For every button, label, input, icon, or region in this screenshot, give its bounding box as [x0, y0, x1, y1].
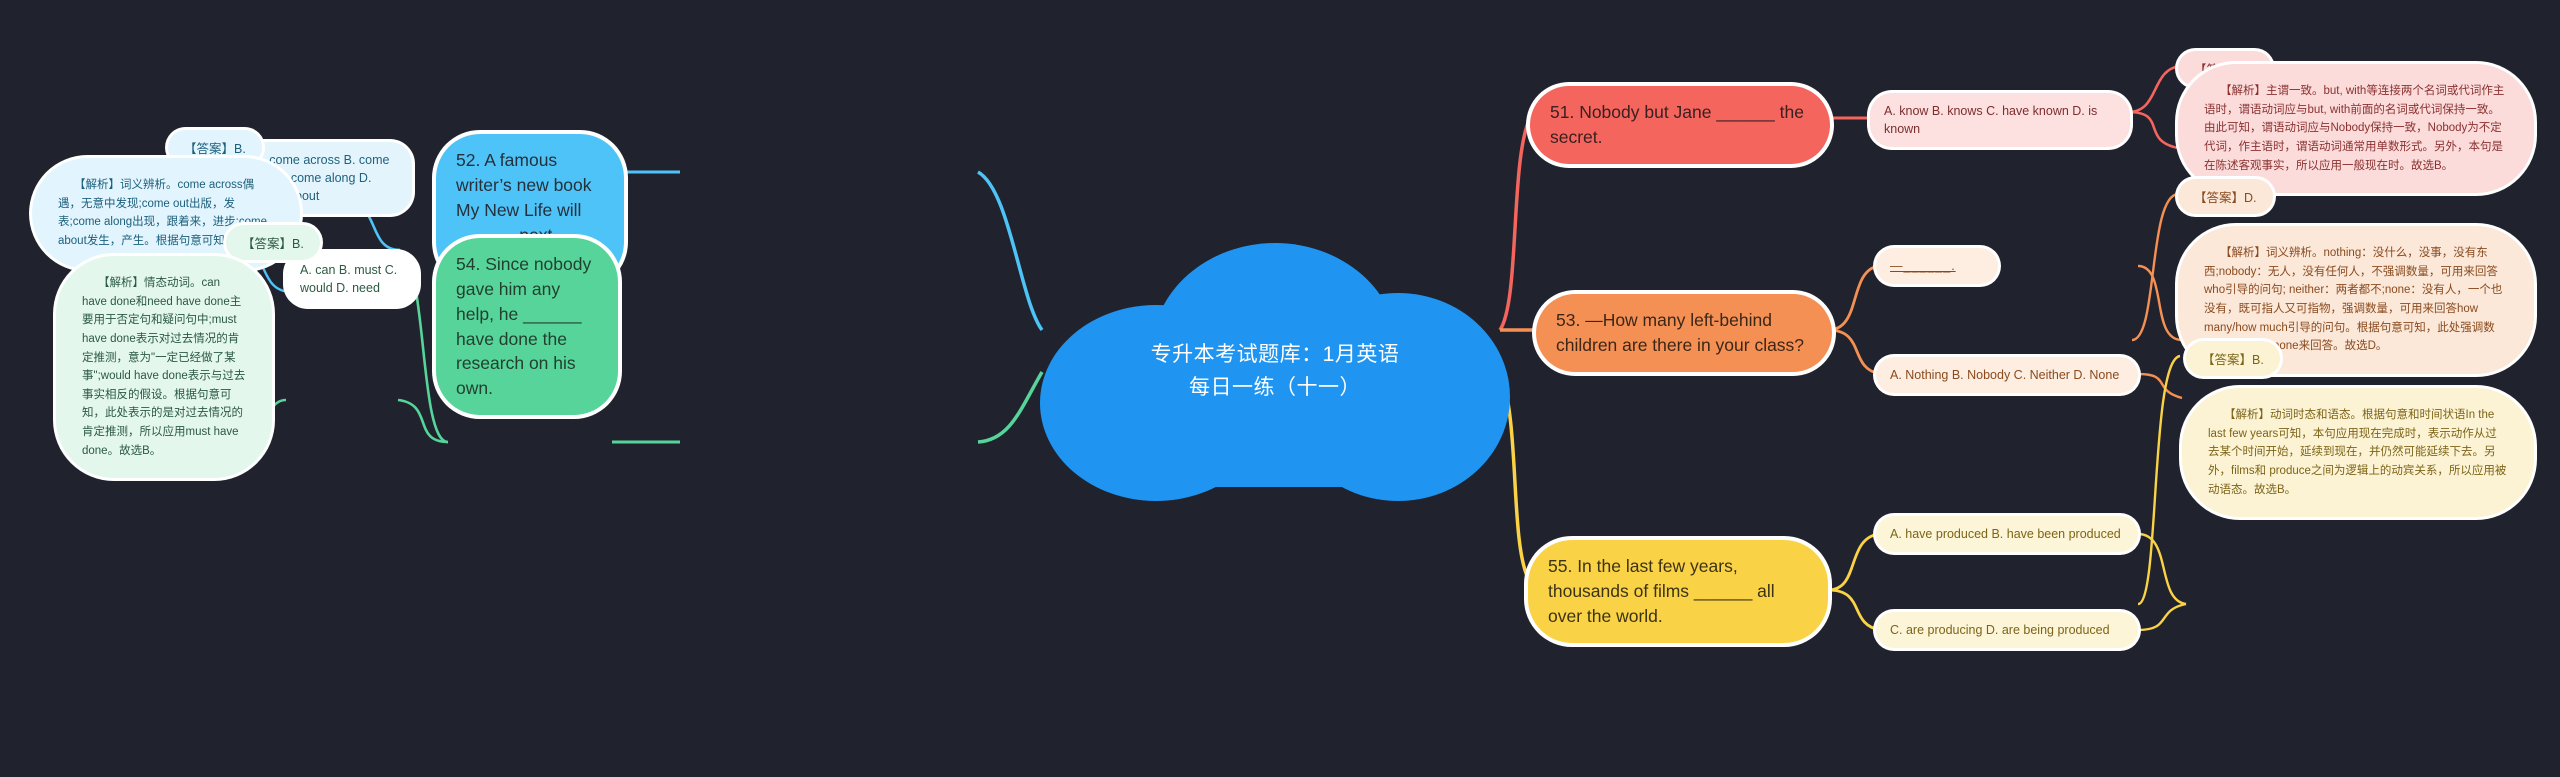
central-title-line-2: 每日一练（十一） — [1189, 376, 1361, 399]
explanation-text-q51: 【解析】主谓一致。but, with等连接两个名词或代词作主语时，谓语动词应与b… — [2204, 85, 2505, 172]
explanation-text-q54: 【解析】情态动词。can have done和need have done主要用… — [82, 277, 246, 457]
option-node-q54-1[interactable]: A. can B. must C. would D. need — [286, 252, 418, 307]
option-text-q51-1: A. know B. knows C. have known D. is kno… — [1884, 104, 2098, 137]
question-text-q55: 55. In the last few years, thousands of … — [1548, 556, 1775, 626]
question-node-q54[interactable]: 54. Since nobody gave him any help, he _… — [436, 238, 618, 416]
explanation-node-q55[interactable]: 【解析】动词时态和语态。根据句意和时间状语In the last few yea… — [2182, 388, 2534, 518]
explanation-text-q53: 【解析】词义辨析。nothing：没什么，没事，没有东西;nobody：无人，没… — [2204, 247, 2503, 353]
option-node-q55-2[interactable]: C. are producing D. are being produced — [1876, 612, 2138, 649]
mindmap-canvas: 专升本考试题库：1月英语 每日一练（十一） 51. Nobody but Jan… — [0, 0, 2560, 777]
option-node-q55-1[interactable]: A. have produced B. have been produced — [1876, 516, 2138, 553]
answer-text-q54: 【答案】B. — [242, 237, 304, 251]
option-text-q54-1: A. can B. must C. would D. need — [300, 263, 398, 296]
explanation-text-q55: 【解析】动词时态和语态。根据句意和时间状语In the last few yea… — [2208, 409, 2507, 496]
option-node-q51-1[interactable]: A. know B. knows C. have known D. is kno… — [1870, 93, 2130, 148]
option-text-q53-2: A. Nothing B. Nobody C. Neither D. None — [1890, 368, 2120, 382]
option-text-q55-1: A. have produced B. have been produced — [1890, 527, 2121, 541]
answer-badge-q55[interactable]: 【答案】B. — [2186, 341, 2280, 376]
explanation-node-q51[interactable]: 【解析】主谓一致。but, with等连接两个名词或代词作主语时，谓语动词应与b… — [2178, 64, 2534, 194]
answer-badge-q54[interactable]: 【答案】B. — [226, 225, 320, 260]
option-node-q53-1[interactable]: —______. — [1876, 248, 1998, 285]
central-topic-cloud[interactable]: 专升本考试题库：1月英语 每日一练（十一） — [1040, 243, 1510, 501]
answer-text-q53: 【答案】D. — [2194, 191, 2257, 205]
option-node-q53-2[interactable]: A. Nothing B. Nobody C. Neither D. None — [1876, 357, 2138, 394]
question-text-q54: 54. Since nobody gave him any help, he _… — [456, 254, 592, 399]
answer-text-q52: 【答案】B. — [184, 142, 246, 156]
answer-text-q55: 【答案】B. — [2202, 353, 2264, 367]
option-text-q55-2: C. are producing D. are being produced — [1890, 623, 2110, 637]
question-node-q55[interactable]: 55. In the last few years, thousands of … — [1528, 540, 1828, 643]
central-title-line-1: 专升本考试题库：1月英语 — [1150, 343, 1400, 367]
question-text-q51: 51. Nobody but Jane ______ the secret. — [1550, 102, 1804, 147]
option-text-q53-1: —______. — [1890, 259, 1956, 273]
central-topic-title: 专升本考试题库：1月英语 每日一练（十一） — [1040, 243, 1510, 501]
question-text-q53: 53. —How many left-behind children are t… — [1556, 310, 1805, 355]
question-node-q51[interactable]: 51. Nobody but Jane ______ the secret. — [1530, 86, 1830, 164]
question-node-q53[interactable]: 53. —How many left-behind children are t… — [1536, 294, 1832, 372]
explanation-node-q54[interactable]: 【解析】情态动词。can have done和need have done主要用… — [56, 256, 272, 479]
answer-badge-q53[interactable]: 【答案】D. — [2178, 179, 2273, 214]
